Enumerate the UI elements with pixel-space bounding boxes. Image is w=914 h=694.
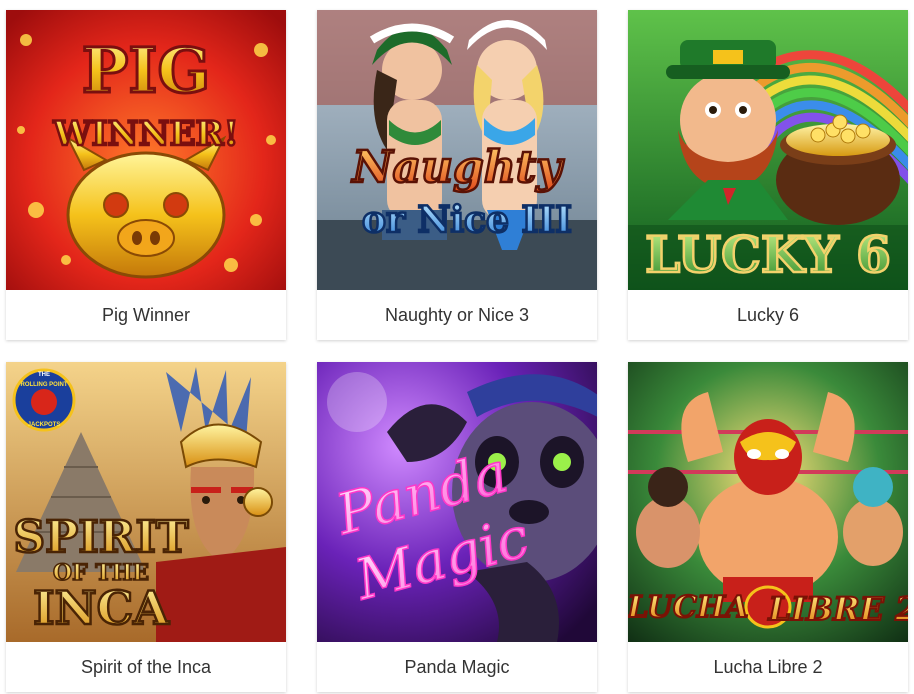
- jackpot-badge-line3: JACKPOTS: [28, 422, 61, 428]
- game-card-pig-winner[interactable]: PIG WINNER! Pig Winner: [6, 10, 286, 340]
- game-title-lucky-6[interactable]: Lucky 6: [628, 290, 908, 340]
- pig-winner-logo-line1: PIG: [82, 34, 211, 107]
- game-card-naughty-or-nice-3[interactable]: Naughty or Nice III Naughty or Nice 3: [317, 10, 597, 340]
- lucky-6-artwork: LUCKY 6: [628, 10, 908, 290]
- inca-logo-line3: INCA: [33, 581, 170, 635]
- game-card-lucha-libre-2[interactable]: LUCHA LIBRE 2 Lucha Libre 2: [628, 362, 908, 692]
- spirit-of-the-inca-artwork: THE ROLLING POINT JACKPOTS SPIRIT OF THE…: [6, 362, 286, 642]
- game-title-naughty-or-nice-3[interactable]: Naughty or Nice 3: [317, 290, 597, 340]
- game-card-lucky-6[interactable]: LUCKY 6 Lucky 6: [628, 10, 908, 340]
- game-thumbnail-naughty-or-nice-3[interactable]: Naughty or Nice III: [317, 10, 597, 290]
- naughty-logo-line2: or Nice III: [362, 199, 572, 241]
- game-title-pig-winner[interactable]: Pig Winner: [6, 290, 286, 340]
- pig-winner-artwork: PIG WINNER!: [6, 10, 286, 290]
- game-thumbnail-lucky-6[interactable]: LUCKY 6: [628, 10, 908, 290]
- game-grid: PIG WINNER! Pig Winner Naughty or Nice I…: [0, 0, 914, 694]
- jackpot-badge-line2: ROLLING POINT: [21, 382, 68, 388]
- game-title-panda-magic[interactable]: Panda Magic: [317, 642, 597, 692]
- game-title-lucha-libre-2[interactable]: Lucha Libre 2: [628, 642, 908, 692]
- game-title-spirit-of-the-inca[interactable]: Spirit of the Inca: [6, 642, 286, 692]
- jackpot-badge-line1: THE: [38, 372, 50, 378]
- game-card-spirit-of-the-inca[interactable]: THE ROLLING POINT JACKPOTS SPIRIT OF THE…: [6, 362, 286, 692]
- naughty-logo-line1: Naughty: [350, 142, 565, 193]
- game-thumbnail-spirit-of-the-inca[interactable]: THE ROLLING POINT JACKPOTS SPIRIT OF THE…: [6, 362, 286, 642]
- lucha-logo-line1: LUCHA: [628, 590, 749, 625]
- game-thumbnail-lucha-libre-2[interactable]: LUCHA LIBRE 2: [628, 362, 908, 642]
- pig-winner-logo-line2: WINNER!: [52, 114, 238, 154]
- naughty-or-nice-artwork: Naughty or Nice III: [317, 10, 597, 290]
- game-thumbnail-pig-winner[interactable]: PIG WINNER!: [6, 10, 286, 290]
- lucha-logo-line2: LIBRE 2: [768, 590, 908, 628]
- game-thumbnail-panda-magic[interactable]: Panda Magic: [317, 362, 597, 642]
- inca-logo-line1: SPIRIT: [13, 512, 189, 563]
- game-card-panda-magic[interactable]: Panda Magic Panda Magic: [317, 362, 597, 692]
- lucha-libre-2-artwork: LUCHA LIBRE 2: [628, 362, 908, 642]
- lucky-6-logo: LUCKY 6: [645, 225, 891, 284]
- panda-magic-artwork: Panda Magic: [317, 362, 597, 642]
